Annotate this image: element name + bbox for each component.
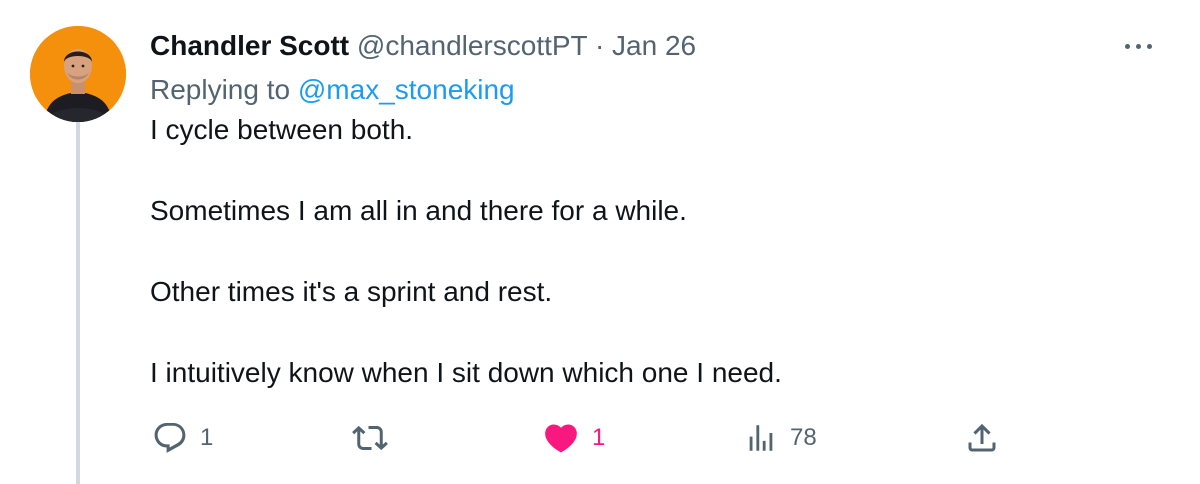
profile-photo-icon [30, 26, 126, 122]
share-icon [968, 423, 996, 452]
replying-to-label: Replying to [150, 74, 291, 105]
views-count: 78 [790, 424, 817, 451]
tweet-paragraph: I cycle between both. [150, 114, 414, 145]
tweet-timestamp[interactable]: Jan 26 [612, 30, 696, 61]
tweet-paragraph: I intuitively know when I sit down which… [150, 357, 782, 388]
retweet-icon [352, 425, 388, 451]
thread-line [76, 122, 80, 484]
tweet[interactable]: Chandler Scott @chandlerscottPT · Jan 26… [0, 0, 1200, 484]
views-button[interactable]: 78 [744, 418, 817, 458]
replying-to-handle[interactable]: @max_stoneking [298, 74, 515, 105]
heart-icon [545, 424, 577, 453]
tweet-paragraph: Other times it's a sprint and rest. [150, 276, 553, 307]
tweet-header: Chandler Scott @chandlerscottPT · Jan 26 [150, 28, 1150, 64]
replying-to: Replying to @max_stoneking [150, 72, 1150, 108]
retweet-button[interactable] [352, 418, 400, 458]
reply-button[interactable]: 1 [152, 418, 213, 458]
reply-count: 1 [200, 424, 214, 451]
author-handle[interactable]: @chandlerscottPT [357, 30, 587, 61]
share-button[interactable] [964, 418, 1000, 458]
author-display-name[interactable]: Chandler Scott [150, 30, 349, 61]
tweet-text: I cycle between both. Sometimes I am all… [150, 110, 1150, 393]
reply-icon [154, 423, 186, 453]
analytics-icon [749, 425, 773, 451]
avatar[interactable] [30, 26, 126, 122]
tweet-content: Chandler Scott @chandlerscottPT · Jan 26… [150, 28, 1150, 393]
like-count: 1 [592, 424, 606, 451]
tweet-paragraph: Sometimes I am all in and there for a wh… [150, 195, 687, 226]
like-button[interactable]: 1 [542, 418, 605, 458]
header-separator: · [594, 30, 605, 61]
